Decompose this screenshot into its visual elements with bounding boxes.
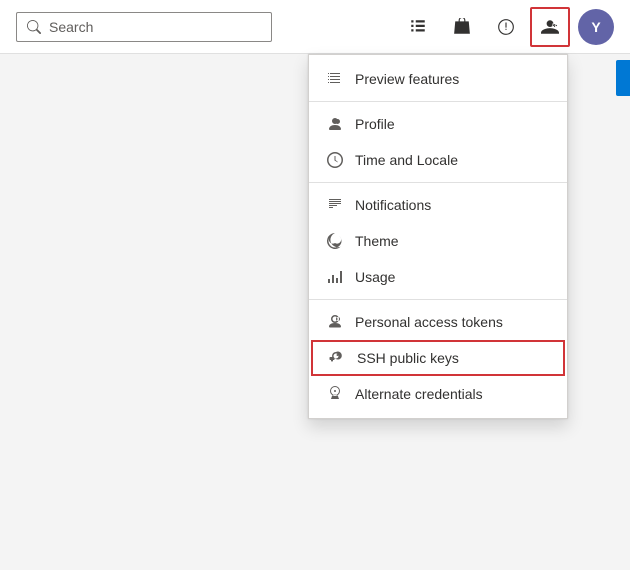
search-label: Search	[49, 19, 93, 35]
menu-item-alternate-credentials[interactable]: Alternate credentials	[309, 376, 567, 412]
divider-3	[309, 299, 567, 300]
marketplace-button[interactable]	[442, 7, 482, 47]
locale-icon	[325, 150, 345, 170]
blue-button-partial	[616, 60, 630, 96]
topbar-icons: Y	[398, 7, 614, 47]
notifications-label: Notifications	[355, 197, 431, 213]
menu-item-notifications[interactable]: Notifications	[309, 187, 567, 223]
ssh-icon	[327, 348, 347, 368]
tasklist-button[interactable]	[398, 7, 438, 47]
usage-label: Usage	[355, 269, 395, 285]
menu-item-ssh-public-keys[interactable]: SSH public keys	[311, 340, 565, 376]
usage-icon	[325, 267, 345, 287]
menu-item-preview-features[interactable]: Preview features	[309, 61, 567, 97]
avatar-label: Y	[591, 19, 600, 35]
search-box[interactable]: Search	[16, 12, 272, 42]
preview-icon	[325, 69, 345, 89]
search-icon	[27, 20, 41, 34]
divider-2	[309, 182, 567, 183]
topbar: Search Y	[0, 0, 630, 54]
time-locale-label: Time and Locale	[355, 152, 458, 168]
notifications-icon	[325, 195, 345, 215]
menu-item-theme[interactable]: Theme	[309, 223, 567, 259]
theme-label: Theme	[355, 233, 399, 249]
theme-icon	[325, 231, 345, 251]
user-settings-icon	[541, 18, 559, 36]
menu-item-time-locale[interactable]: Time and Locale	[309, 142, 567, 178]
menu-item-profile[interactable]: Profile	[309, 106, 567, 142]
profile-label: Profile	[355, 116, 395, 132]
menu-item-personal-access-tokens[interactable]: Personal access tokens	[309, 304, 567, 340]
help-icon	[497, 18, 515, 36]
personal-access-tokens-label: Personal access tokens	[355, 314, 503, 330]
profile-icon	[325, 114, 345, 134]
preview-features-label: Preview features	[355, 71, 459, 87]
user-settings-button[interactable]	[530, 7, 570, 47]
dropdown-menu: Preview features Profile Time and Locale…	[308, 54, 568, 419]
tasklist-icon	[409, 18, 427, 36]
ssh-public-keys-label: SSH public keys	[357, 350, 459, 366]
avatar-button[interactable]: Y	[578, 9, 614, 45]
alternate-credentials-label: Alternate credentials	[355, 386, 483, 402]
help-button[interactable]	[486, 7, 526, 47]
tokens-icon	[325, 312, 345, 332]
menu-item-usage[interactable]: Usage	[309, 259, 567, 295]
bag-icon	[453, 18, 471, 36]
divider-1	[309, 101, 567, 102]
credentials-icon	[325, 384, 345, 404]
